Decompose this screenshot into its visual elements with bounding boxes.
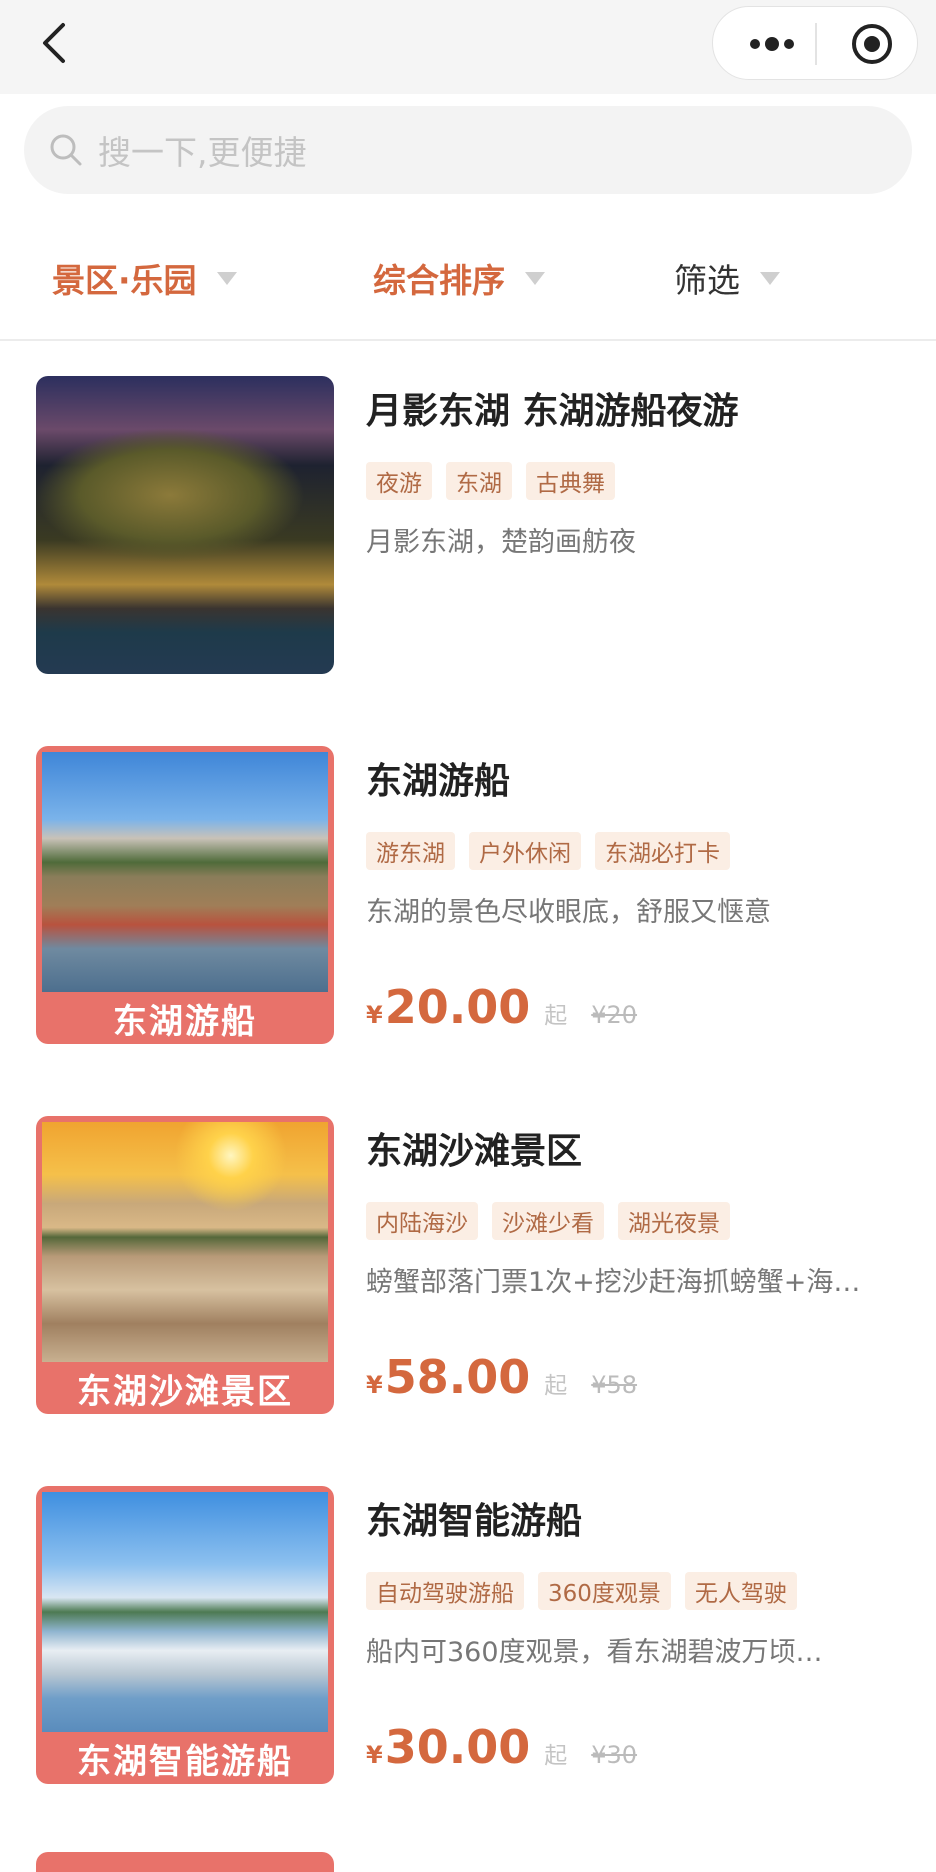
boat-on-lake-image <box>42 752 328 992</box>
filter-bar: 景区·乐园 综合排序 筛选 <box>0 226 936 330</box>
filter-sort-label: 综合排序 <box>373 261 505 300</box>
item-tag: 夜游 <box>366 462 432 500</box>
more-button[interactable] <box>737 7 807 81</box>
list-item[interactable]: 月影东湖 东湖游船夜游 夜游 东湖 古典舞 月影东湖，楚韵画舫夜 <box>36 376 900 674</box>
search-placeholder: 搜一下,更便捷 <box>98 133 307 172</box>
price-from-label: 起 <box>544 1373 568 1399</box>
item-title: 东湖智能游船 <box>366 1501 583 1542</box>
item-tag: 沙滩少看 <box>492 1202 604 1240</box>
mini-program-capsule <box>712 6 918 80</box>
item-tag: 东湖必打卡 <box>595 832 730 870</box>
currency-symbol: ¥ <box>366 1001 383 1029</box>
currency-symbol: ¥ <box>366 1371 383 1399</box>
item-tag: 内陆海沙 <box>366 1202 478 1240</box>
item-thumbnail: 东湖游船 <box>36 746 334 1044</box>
caret-down-icon <box>525 271 545 285</box>
item-thumbnail <box>36 376 334 674</box>
item-title: 东湖沙滩景区 <box>366 1131 583 1172</box>
filter-category-label: 景区·乐园 <box>52 261 197 300</box>
item-info: 东湖游船 游东湖 户外休闲 东湖必打卡 东湖的景色尽收眼底，舒服又惬意 ¥ 20… <box>366 746 900 1044</box>
filter-screen[interactable]: 筛选 <box>674 254 780 302</box>
item-tags: 自动驾驶游船 360度观景 无人驾驶 <box>366 1572 811 1610</box>
item-tags: 内陆海沙 沙滩少看 湖光夜景 <box>366 1202 744 1240</box>
item-tag: 无人驾驶 <box>684 1572 797 1610</box>
item-price: ¥ 30.00 起 ¥30 <box>366 1720 637 1774</box>
thumbnail-caption: 东湖沙滩景区 <box>77 1371 293 1412</box>
original-price: ¥20 <box>591 1001 638 1029</box>
item-title: 月影东湖 东湖游船夜游 <box>366 391 739 432</box>
smart-boat-image <box>42 1492 328 1732</box>
price-value: 20.00 <box>384 980 531 1034</box>
price-value: 30.00 <box>384 1720 531 1774</box>
next-item-thumbnail-peek <box>36 1852 334 1872</box>
back-button[interactable] <box>34 18 74 68</box>
item-price: ¥ 20.00 起 ¥20 <box>366 980 637 1034</box>
list-item[interactable]: 东湖智能游船 东湖智能游船 自动驾驶游船 360度观景 无人驾驶 船内可360度… <box>36 1486 900 1784</box>
more-dots-icon <box>750 37 794 51</box>
price-from-label: 起 <box>544 1003 568 1029</box>
item-tag: 古典舞 <box>526 462 615 500</box>
item-tag: 湖光夜景 <box>618 1202 730 1240</box>
target-icon <box>852 24 892 64</box>
item-tags: 游东湖 户外休闲 东湖必打卡 <box>366 832 744 870</box>
item-thumbnail: 东湖沙滩景区 <box>36 1116 334 1414</box>
item-info: 东湖智能游船 自动驾驶游船 360度观景 无人驾驶 船内可360度观景，看东湖碧… <box>366 1486 900 1784</box>
item-description: 东湖的景色尽收眼底，舒服又惬意 <box>366 897 771 928</box>
item-info: 月影东湖 东湖游船夜游 夜游 东湖 古典舞 月影东湖，楚韵画舫夜 <box>366 376 900 674</box>
beach-sunset-image <box>42 1122 328 1362</box>
filter-screen-label: 筛选 <box>674 261 740 300</box>
thumbnail-caption: 东湖智能游船 <box>77 1741 293 1782</box>
item-thumbnail: 东湖智能游船 <box>36 1486 334 1784</box>
item-tag: 东湖 <box>446 462 512 500</box>
item-tag: 户外休闲 <box>469 832 581 870</box>
chevron-left-icon <box>43 23 65 63</box>
item-tag: 360度观景 <box>538 1572 671 1610</box>
top-bar <box>0 0 936 94</box>
caret-down-icon <box>760 271 780 285</box>
item-title: 东湖游船 <box>366 761 511 802</box>
item-description: 月影东湖，楚韵画舫夜 <box>366 527 636 558</box>
item-description: 船内可360度观景，看东湖碧波万顷… <box>366 1637 823 1668</box>
item-description: 螃蟹部落门票1次+挖沙赶海抓螃蟹+海… <box>366 1267 861 1298</box>
search-bar[interactable]: 搜一下,更便捷 <box>24 106 912 194</box>
search-icon <box>46 130 86 170</box>
currency-symbol: ¥ <box>366 1741 383 1769</box>
list-item[interactable]: 东湖游船 东湖游船 游东湖 户外休闲 东湖必打卡 东湖的景色尽收眼底，舒服又惬意… <box>36 746 900 1044</box>
filter-category[interactable]: 景区·乐园 <box>52 254 237 302</box>
filter-sort[interactable]: 综合排序 <box>373 254 545 302</box>
close-miniprogram-button[interactable] <box>841 7 903 81</box>
item-info: 东湖沙滩景区 内陆海沙 沙滩少看 湖光夜景 螃蟹部落门票1次+挖沙赶海抓螃蟹+海… <box>366 1116 900 1414</box>
item-price: ¥ 58.00 起 ¥58 <box>366 1350 637 1404</box>
item-tag: 自动驾驶游船 <box>366 1572 524 1610</box>
price-value: 58.00 <box>384 1350 531 1404</box>
item-tags: 夜游 东湖 古典舞 <box>366 462 629 500</box>
original-price: ¥30 <box>591 1741 638 1769</box>
filter-divider <box>0 339 936 341</box>
night-boat-image <box>36 376 334 674</box>
list-item[interactable]: 东湖沙滩景区 东湖沙滩景区 内陆海沙 沙滩少看 湖光夜景 螃蟹部落门票1次+挖沙… <box>36 1116 900 1414</box>
price-from-label: 起 <box>544 1743 568 1769</box>
capsule-divider <box>815 23 817 65</box>
thumbnail-caption: 东湖游船 <box>113 1001 257 1042</box>
item-tag: 游东湖 <box>366 832 455 870</box>
caret-down-icon <box>216 271 237 285</box>
original-price: ¥58 <box>591 1371 638 1399</box>
